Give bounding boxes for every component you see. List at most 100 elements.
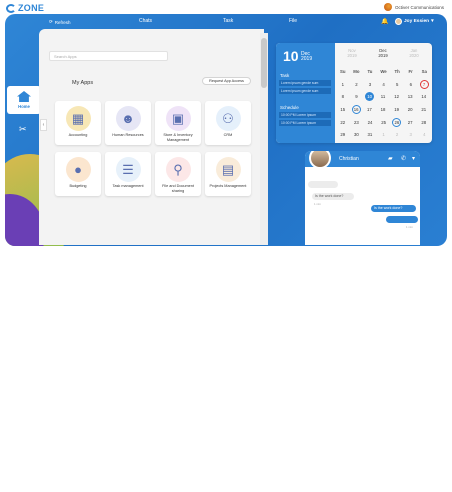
app-tile[interactable]: ● Budgeting xyxy=(55,152,101,196)
app-name: Store & Inventory Management xyxy=(163,133,193,142)
avatar xyxy=(395,18,402,25)
app-tile[interactable]: ⚇ CRM xyxy=(205,101,251,145)
calendar-day[interactable]: 3 xyxy=(404,132,418,137)
calendar-day[interactable]: 17 xyxy=(363,107,377,112)
phone-icon[interactable]: ✆ xyxy=(401,155,406,162)
user-menu[interactable]: Joy Essien ▾ xyxy=(395,18,434,25)
month-option[interactable]: Nov 2019 xyxy=(341,48,363,58)
message-bubble-outgoing xyxy=(386,216,418,223)
company-name: Octiver Communications xyxy=(394,4,444,10)
calendar-day[interactable]: 30 xyxy=(350,132,364,137)
video-call-icon[interactable]: ▰ xyxy=(388,155,393,162)
company-switcher[interactable]: Octiver Communications xyxy=(383,3,444,11)
calendar-day[interactable]: 12 xyxy=(390,94,404,99)
hr-icon: ☻ xyxy=(115,106,141,131)
task-item[interactable]: Lorem ipsum gende sum xyxy=(279,80,331,86)
tab-task[interactable]: Task xyxy=(223,18,233,24)
accounting-icon: ▦ xyxy=(65,106,91,131)
week-row: 1234567 xyxy=(336,78,431,91)
weekday-label: Su xyxy=(340,68,346,74)
tab-file[interactable]: File xyxy=(289,18,297,24)
calendar-day[interactable]: 10 xyxy=(365,92,375,102)
calendar-day[interactable]: 21 xyxy=(417,107,431,112)
chat-contact-name: Christian xyxy=(339,156,359,162)
calendar-day[interactable]: 28 xyxy=(417,120,431,125)
calendar-day[interactable]: 3 xyxy=(363,82,377,87)
scrollbar-thumb[interactable] xyxy=(261,38,267,88)
scrollbar[interactable] xyxy=(260,33,268,245)
request-app-access-button[interactable]: Request App Access xyxy=(202,77,251,85)
calendar-day[interactable]: 2 xyxy=(390,132,404,137)
calendar-day[interactable]: 16 xyxy=(351,104,361,114)
top-bar: ZONE Octiver Communications xyxy=(0,0,452,14)
calendar-day[interactable]: 1 xyxy=(377,132,391,137)
month-selector: Nov 2019 Dec 2019 Jan 2020 xyxy=(335,43,432,60)
weekday-label: Sa xyxy=(421,68,427,74)
today-month: Dec 2019 xyxy=(301,51,313,62)
week-row: 15 16 17 18 19 20 21 xyxy=(336,103,431,116)
calendar-day[interactable]: 2 xyxy=(350,82,364,87)
task-item[interactable]: Lorem ipsum gende sum xyxy=(279,88,331,94)
sidebar-item-home[interactable]: Home xyxy=(7,86,41,114)
app-tile[interactable]: ▦ Accounting xyxy=(55,101,101,145)
app-name: Human Resources xyxy=(112,133,144,137)
schedule-item[interactable]: 10:00 PM Lorem ipsum xyxy=(279,120,331,126)
notification-bell-icon[interactable]: 🔔 xyxy=(381,18,388,25)
calendar-day[interactable]: 14 xyxy=(417,94,431,99)
crm-icon: ⚇ xyxy=(215,106,241,131)
schedule-item[interactable]: 10:00 PM Lorem ipsum xyxy=(279,112,331,118)
tab-chats[interactable]: Chats xyxy=(139,18,152,24)
chat-header: Christian ▰ ✆ ▾ xyxy=(305,151,420,169)
section-title: My Apps xyxy=(72,80,94,86)
calendar-day[interactable]: 4 xyxy=(377,82,391,87)
company-logo-icon xyxy=(383,3,392,11)
budget-icon: ● xyxy=(65,157,91,182)
app-tile[interactable]: ☰ Task management xyxy=(105,152,151,196)
calendar-day[interactable]: 22 xyxy=(336,120,350,125)
calendar-day[interactable]: 11 xyxy=(376,94,390,99)
week-row: 29 30 31 1 2 3 4 xyxy=(336,128,431,141)
sidebar: Home ✂ xyxy=(5,28,43,246)
zone-logo[interactable]: ZONE xyxy=(6,3,44,13)
calendar-day[interactable]: 8 xyxy=(336,94,350,99)
app-tile[interactable]: ▤ Projects Management xyxy=(205,152,251,196)
calendar-day[interactable]: 9 xyxy=(350,94,364,99)
calendar-day[interactable]: 26 xyxy=(392,117,402,127)
calendar-day[interactable]: 31 xyxy=(363,132,377,137)
month-option[interactable]: Jan 2020 xyxy=(403,48,425,58)
calendar-day[interactable]: 24 xyxy=(363,120,377,125)
calendar-day[interactable]: 18 xyxy=(376,107,390,112)
calendar-day[interactable]: 4 xyxy=(417,132,431,137)
search-input[interactable]: Search Apps xyxy=(49,51,168,61)
weekday-label: Th xyxy=(394,68,400,74)
month-option[interactable]: Dec 2019 xyxy=(372,48,394,58)
calendar-day[interactable]: 25 xyxy=(377,120,391,125)
calendar-day[interactable]: 23 xyxy=(350,120,364,125)
calendar-day[interactable]: 7 xyxy=(419,79,429,89)
calendar-day[interactable]: 19 xyxy=(390,107,404,112)
calendar-day[interactable]: 20 xyxy=(403,107,417,112)
refresh-label: Refresh xyxy=(54,19,71,25)
tools-icon[interactable]: ✂ xyxy=(19,124,27,135)
task-heading: Task xyxy=(280,73,290,78)
file-icon: ⚲ xyxy=(165,157,191,182)
zone-logo-icon xyxy=(6,3,16,13)
user-name: Joy Essien xyxy=(404,19,430,24)
calendar-day[interactable]: 29 xyxy=(336,132,350,137)
project-icon: ▤ xyxy=(215,157,241,182)
calendar-day[interactable]: 6 xyxy=(404,82,418,87)
collapse-sidebar-button[interactable]: ‹ xyxy=(40,119,47,131)
calendar-day[interactable]: 5 xyxy=(390,82,404,87)
app-tile[interactable]: ☻ Human Resources xyxy=(105,101,151,145)
calendar-day[interactable]: 27 xyxy=(403,120,417,125)
chevron-down-icon[interactable]: ▾ xyxy=(412,155,415,162)
app-tile[interactable]: ▣ Store & Inventory Management xyxy=(155,101,201,145)
calendar-day[interactable]: 15 xyxy=(336,107,350,112)
refresh-button[interactable]: ⟳ Refresh xyxy=(49,19,71,25)
schedule-heading: Schedule xyxy=(280,105,299,110)
app-tile[interactable]: ⚲ File and Document sharing xyxy=(155,152,201,196)
week-row: 22 23 24 25 26 27 28 xyxy=(336,116,431,129)
calendar-day[interactable]: 1 xyxy=(336,82,350,87)
app-name: Task management xyxy=(112,184,144,188)
calendar-day[interactable]: 13 xyxy=(403,94,417,99)
